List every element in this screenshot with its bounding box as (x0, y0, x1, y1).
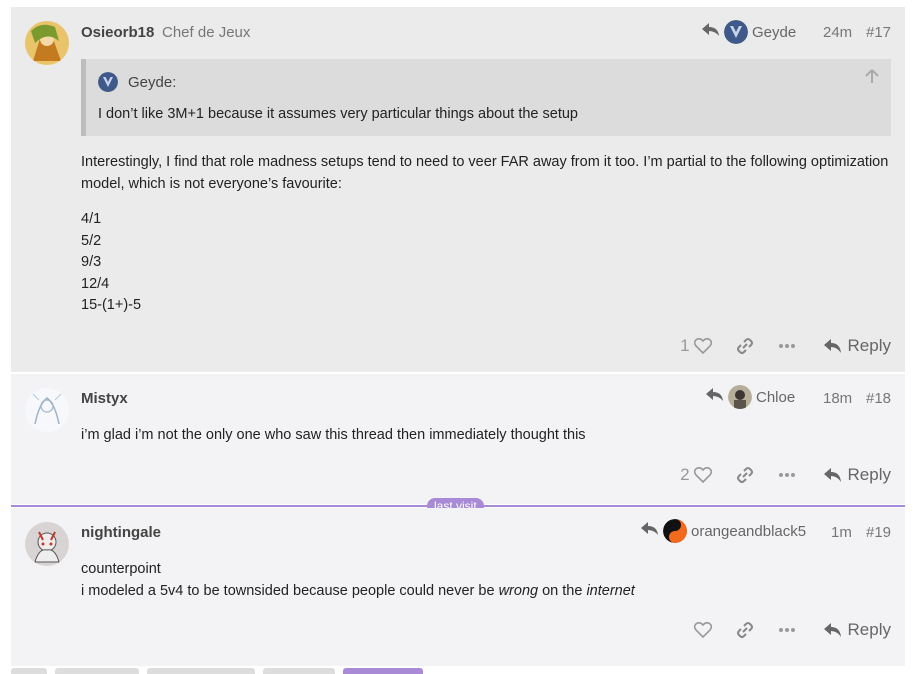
emphasis: wrong (498, 582, 539, 599)
reply-to-link[interactable]: Chloe (706, 385, 795, 409)
reply-label: Reply (847, 336, 891, 355)
post-time[interactable]: 18m (823, 390, 852, 407)
quote-avatar (98, 72, 118, 92)
bottom-control[interactable] (55, 668, 139, 674)
heart-icon (693, 622, 712, 638)
bottom-controls (11, 668, 423, 674)
post-time[interactable]: 24m (823, 24, 852, 41)
avatar-osieorb18[interactable] (25, 21, 69, 65)
bottom-control[interactable] (11, 668, 47, 674)
user-title: Chef de Jeux (162, 24, 251, 41)
text-run: on the (538, 582, 587, 599)
reply-arrow-icon (706, 388, 724, 406)
like-button[interactable]: 2 (680, 465, 712, 485)
bottom-control[interactable] (263, 668, 335, 674)
reply-icon (823, 622, 842, 638)
reply-button[interactable]: Reply (823, 620, 891, 640)
reply-icon (823, 467, 842, 483)
quote-text: I don’t like 3M+1 because it assumes ver… (98, 106, 578, 122)
quote-block: Geyde: I don’t like 3M+1 because it assu… (81, 59, 891, 136)
reply-to-avatar (663, 519, 687, 543)
text-run: i modeled a 5v4 to be townsided because … (81, 582, 499, 599)
post-17: Osieorb18 Chef de Jeux Geyde 24m #17 Gey… (11, 7, 905, 372)
avatar-mistyx[interactable] (25, 388, 69, 432)
post-paragraph: i’m glad i’m not the only one who saw th… (81, 427, 586, 443)
model-line: 4/1 (81, 211, 102, 227)
post-line: i modeled a 5v4 to be townsided because … (81, 581, 635, 603)
quote-author: Geyde: (128, 73, 177, 91)
reply-to-name: orangeandblack5 (691, 522, 807, 540)
reply-arrow-icon (702, 23, 720, 41)
post-actions: 1 Reply (680, 336, 891, 356)
more-dots-icon[interactable] (778, 472, 796, 478)
reply-to-name: Chloe (756, 388, 796, 406)
more-dots-icon[interactable] (778, 627, 796, 633)
bottom-control[interactable] (343, 668, 423, 674)
post-19: nightingale orangeandblack5 1m #19 count… (11, 508, 905, 666)
model-line: 15-(1+)-5 (81, 297, 142, 313)
post-number[interactable]: #18 (866, 390, 891, 407)
model-line: 9/3 (81, 254, 102, 270)
last-visit-divider: last visit (11, 498, 905, 514)
like-count: 2 (680, 465, 690, 484)
reply-icon (823, 338, 842, 354)
link-icon[interactable] (736, 621, 754, 639)
reply-arrow-icon (641, 522, 659, 540)
model-line: 5/2 (81, 232, 102, 249)
post-time[interactable]: 1m (831, 524, 852, 541)
reply-label: Reply (847, 620, 891, 639)
reply-to-link[interactable]: orangeandblack5 (641, 519, 806, 543)
username[interactable]: Osieorb18 (81, 24, 154, 41)
bottom-control[interactable] (147, 668, 255, 674)
post-line: counterpoint (81, 561, 161, 577)
reply-label: Reply (847, 465, 891, 484)
heart-icon (693, 467, 712, 483)
like-count: 1 (680, 336, 690, 355)
like-button[interactable]: 1 (680, 336, 712, 356)
quote-header: Geyde: (98, 72, 176, 92)
heart-icon (693, 338, 712, 354)
reply-to-name: Geyde (752, 23, 797, 41)
reply-button[interactable]: Reply (823, 465, 891, 485)
arrow-up-icon[interactable] (865, 69, 879, 88)
like-button[interactable] (690, 622, 712, 638)
username[interactable]: nightingale (81, 524, 161, 541)
post-18: Mistyx Chloe 18m #18 i’m glad i’m not th… (11, 374, 905, 504)
avatar-nightingale[interactable] (25, 522, 69, 566)
reply-to-link[interactable]: Geyde (702, 20, 796, 44)
reply-to-avatar (728, 385, 752, 409)
post-actions: 2 Reply (680, 465, 891, 485)
emphasis: internet (586, 582, 635, 599)
post-body: counterpoint i modeled a 5v4 to be towns… (81, 559, 635, 602)
post-body: i’m glad i’m not the only one who saw th… (81, 425, 586, 447)
more-dots-icon[interactable] (778, 343, 796, 349)
reply-button[interactable]: Reply (823, 336, 891, 356)
post-body: Interestingly, I find that role madness … (81, 152, 896, 317)
post-number[interactable]: #17 (866, 24, 891, 41)
post-actions: Reply (690, 620, 891, 640)
reply-to-avatar (724, 20, 748, 44)
link-icon[interactable] (736, 466, 754, 484)
post-paragraph: Interestingly, I find that role madness … (81, 154, 889, 192)
model-line: 12/4 (81, 275, 110, 292)
link-icon[interactable] (736, 337, 754, 355)
username[interactable]: Mistyx (81, 390, 128, 407)
post-number[interactable]: #19 (866, 524, 891, 541)
